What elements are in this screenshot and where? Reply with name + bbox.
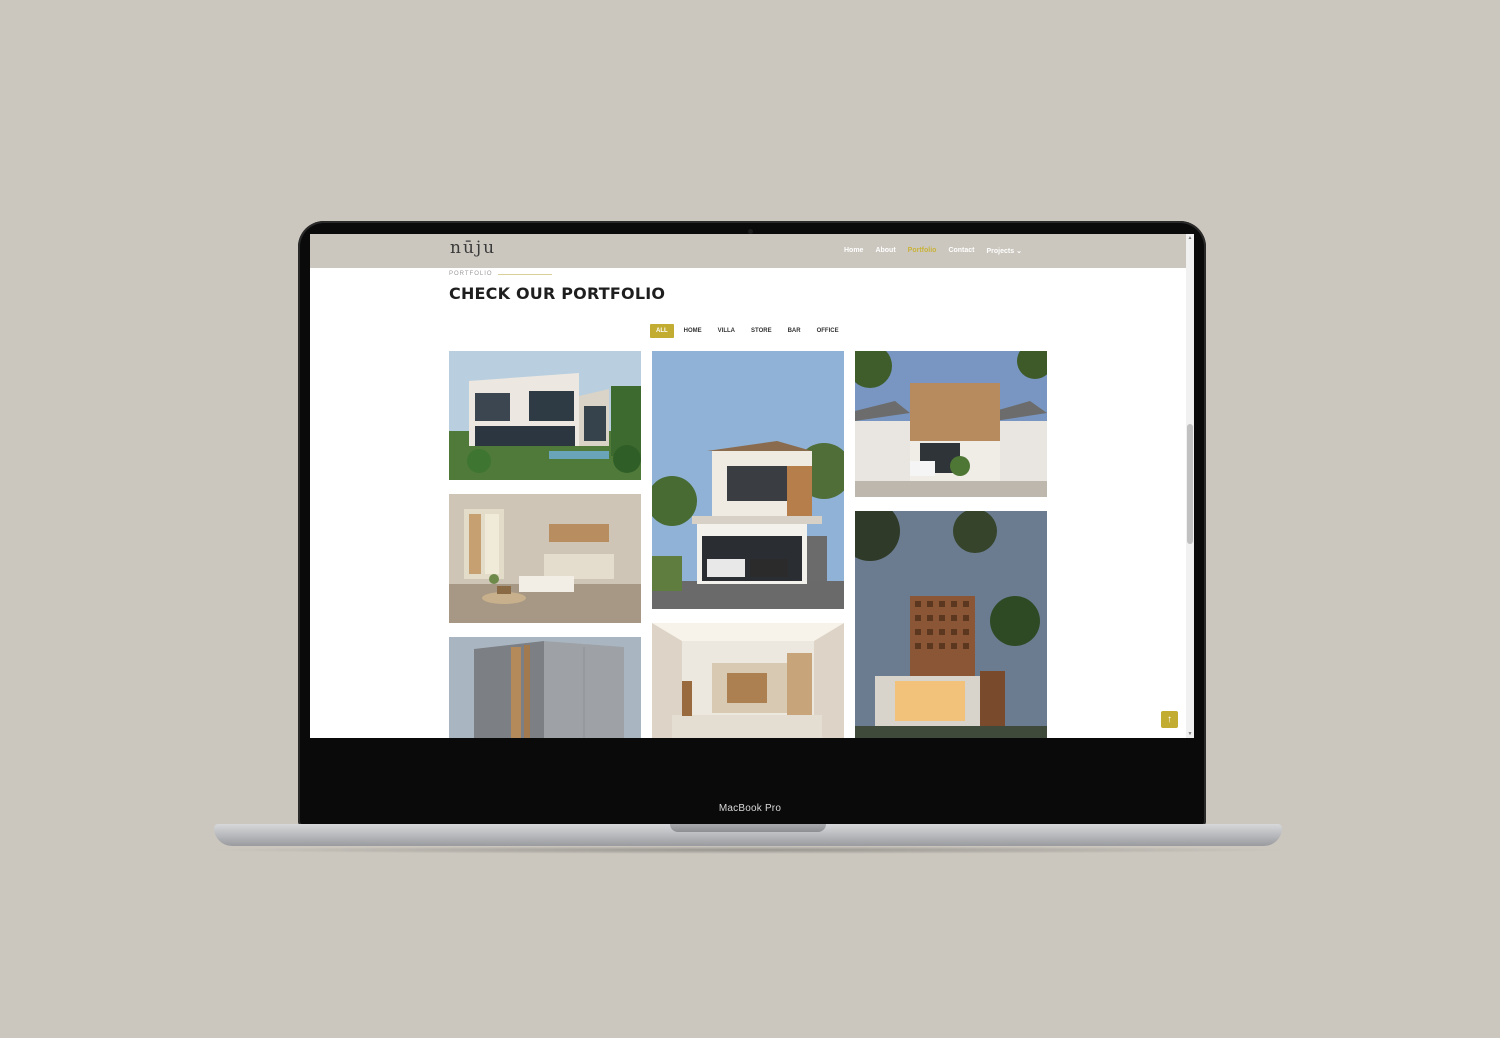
triangle-up-icon[interactable]: ▲ bbox=[1187, 235, 1193, 241]
nav-item-about[interactable]: About bbox=[875, 247, 895, 255]
page-title: CHECK OUR PORTFOLIO bbox=[449, 284, 666, 303]
portfolio-filters: ALL HOME VILLA STORE BAR OFFICE bbox=[650, 324, 849, 338]
modern-house-image bbox=[449, 351, 641, 480]
filter-bar[interactable]: BAR bbox=[782, 324, 807, 338]
portfolio-item[interactable] bbox=[449, 351, 641, 480]
nav-item-home[interactable]: Home bbox=[844, 247, 863, 255]
site-logo[interactable]: nūju bbox=[450, 238, 496, 258]
portfolio-item[interactable] bbox=[652, 351, 844, 609]
portfolio-item[interactable] bbox=[449, 494, 641, 623]
filter-office[interactable]: OFFICE bbox=[811, 324, 845, 338]
arrow-up-icon: ↑ bbox=[1167, 714, 1172, 725]
section-label: PORTFOLIO bbox=[449, 271, 493, 277]
site-header: nūju Home About Portfolio Contact Projec… bbox=[310, 234, 1186, 268]
laptop-notch bbox=[670, 824, 826, 832]
portfolio-item[interactable] bbox=[652, 623, 844, 738]
brick-screen-house-image bbox=[855, 511, 1047, 738]
scroll-thumb[interactable] bbox=[1187, 424, 1193, 544]
portfolio-item[interactable] bbox=[855, 351, 1047, 497]
portfolio-item[interactable] bbox=[855, 511, 1047, 738]
scrollbar[interactable]: ▲ ▼ bbox=[1186, 234, 1194, 738]
filter-home[interactable]: HOME bbox=[678, 324, 708, 338]
interior-lounge-image bbox=[652, 623, 844, 738]
filter-all[interactable]: ALL bbox=[650, 324, 674, 338]
two-storey-home-image bbox=[652, 351, 844, 609]
concrete-store-image bbox=[449, 637, 641, 738]
device-model-label: MacBook Pro bbox=[718, 803, 782, 814]
nav-item-portfolio[interactable]: Portfolio bbox=[908, 247, 937, 255]
browser-viewport: nūju Home About Portfolio Contact Projec… bbox=[310, 234, 1194, 738]
main-nav: Home About Portfolio Contact Projects ⌄ bbox=[844, 247, 1022, 255]
filter-store[interactable]: STORE bbox=[745, 324, 778, 338]
filter-villa[interactable]: VILLA bbox=[712, 324, 741, 338]
section-divider bbox=[498, 274, 552, 275]
laptop-shadow bbox=[200, 846, 1296, 854]
wood-facade-home-image bbox=[855, 351, 1047, 497]
back-to-top-button[interactable]: ↑ bbox=[1161, 711, 1178, 728]
living-room-image bbox=[449, 494, 641, 623]
portfolio-item[interactable] bbox=[449, 637, 641, 738]
nav-item-projects[interactable]: Projects ⌄ bbox=[987, 247, 1022, 255]
nav-item-contact[interactable]: Contact bbox=[948, 247, 974, 255]
triangle-down-icon[interactable]: ▼ bbox=[1187, 731, 1193, 737]
